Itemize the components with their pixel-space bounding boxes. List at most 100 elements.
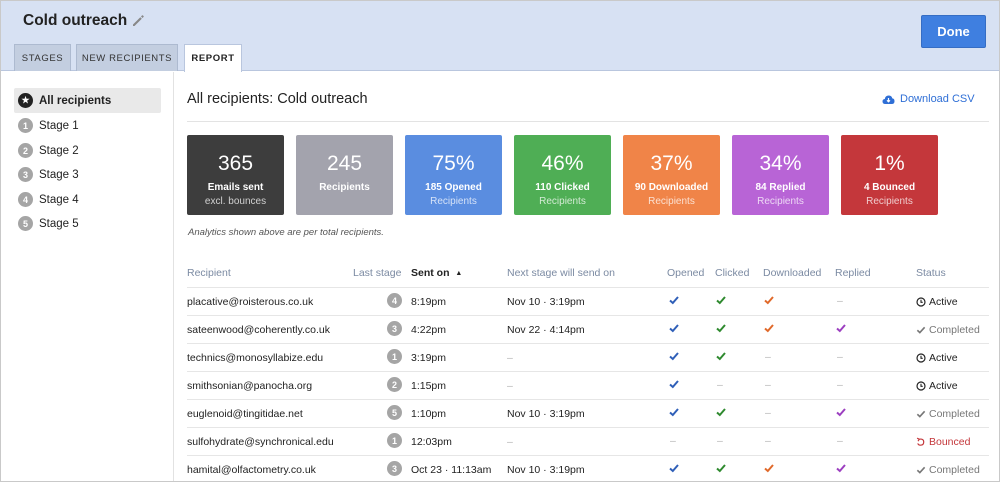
downloaded-empty: – bbox=[765, 379, 771, 391]
sidebar-item-stage-2[interactable]: 2 Stage 2 bbox=[14, 138, 161, 163]
status-badge: Completed bbox=[916, 464, 980, 476]
stage-number-badge: 2 bbox=[18, 143, 33, 158]
recipient-email: euglenoid@tingitidae.net bbox=[187, 408, 303, 420]
page-title: Cold outreach bbox=[23, 12, 128, 29]
stage-number-badge: 5 bbox=[18, 216, 33, 231]
clicked-check-icon bbox=[716, 352, 726, 361]
downloaded-check-icon bbox=[764, 296, 774, 305]
status-badge: Completed bbox=[916, 324, 980, 336]
table-row[interactable]: sateenwood@coherently.co.uk 3 4:22pm Nov 22… bbox=[187, 315, 989, 343]
bounce-icon bbox=[916, 437, 925, 446]
stat-card-value: 37% bbox=[650, 152, 693, 175]
status-label: Completed bbox=[929, 408, 980, 420]
opened-check-icon bbox=[669, 324, 679, 333]
column-header-recipient[interactable]: Recipient bbox=[187, 267, 231, 279]
done-button[interactable]: Done bbox=[921, 15, 986, 48]
table-row[interactable]: smithsonian@panocha.org 2 1:15pm – – – – Active bbox=[187, 371, 989, 399]
downloaded-empty: – bbox=[765, 351, 771, 363]
stat-card: 245 Recipients bbox=[296, 135, 393, 215]
stat-card-label: 4 Bounced bbox=[863, 182, 916, 193]
status-label: Bounced bbox=[929, 436, 971, 448]
stat-card: 37% 90 Downloaded Recipients bbox=[623, 135, 720, 215]
opened-check-icon bbox=[669, 380, 679, 389]
table-row[interactable]: sulfohydrate@synchronical.edu 1 12:03pm – – –… bbox=[187, 427, 989, 455]
sidebar-item-all-recipients[interactable]: ★ All recipients bbox=[14, 88, 161, 113]
next-send-time: – bbox=[507, 436, 513, 448]
stat-card-value: 365 bbox=[217, 152, 254, 175]
clicked-check-icon bbox=[716, 408, 726, 417]
clicked-check-icon bbox=[716, 296, 726, 305]
clock-icon bbox=[916, 381, 926, 391]
download-csv-label: Download CSV bbox=[900, 93, 975, 105]
recipient-email: sateenwood@coherently.co.uk bbox=[187, 324, 330, 336]
stat-card-sublabel: Recipients bbox=[648, 196, 695, 207]
replied-empty: – bbox=[837, 351, 843, 363]
stat-card: 75% 185 Opened Recipients bbox=[405, 135, 502, 215]
cloud-download-icon bbox=[882, 95, 895, 104]
column-header-status[interactable]: Status bbox=[916, 267, 946, 279]
sidebar-item-label: Stage 5 bbox=[39, 217, 79, 230]
column-header-next-stage[interactable]: Next stage will send on bbox=[507, 267, 615, 279]
sent-on-time: 3:19pm bbox=[411, 352, 447, 364]
replied-check-icon bbox=[836, 408, 846, 417]
next-send-time: Nov 10 · 3:19pm bbox=[507, 408, 585, 420]
column-header-opened[interactable]: Opened bbox=[667, 267, 704, 279]
stat-card-sublabel: Recipients bbox=[539, 196, 586, 207]
status-badge: Active bbox=[916, 296, 958, 308]
column-header-replied[interactable]: Replied bbox=[835, 267, 871, 279]
stat-card-label: Emails sent bbox=[207, 182, 264, 193]
stat-card-value: 1% bbox=[874, 152, 905, 175]
next-send-time: Nov 10 · 3:19pm bbox=[507, 296, 585, 308]
sidebar-item-stage-3[interactable]: 3 Stage 3 bbox=[14, 162, 161, 187]
sent-on-time: Oct 23 · 11:13am bbox=[411, 464, 492, 476]
sidebar: ★ All recipients 1 Stage 1 2 Stage 2 3 S… bbox=[1, 72, 174, 481]
tab-stages[interactable]: STAGES bbox=[14, 44, 71, 71]
sent-on-time: 1:15pm bbox=[411, 380, 447, 392]
sent-on-time: 4:22pm bbox=[411, 324, 447, 336]
sent-on-time: 8:19pm bbox=[411, 296, 447, 308]
last-stage-badge: 4 bbox=[387, 293, 402, 308]
last-stage-badge: 3 bbox=[387, 461, 402, 476]
column-header-sent-on[interactable]: Sent on ▲ bbox=[411, 267, 462, 279]
opened-check-icon bbox=[669, 352, 679, 361]
column-header-sent-on-label: Sent on bbox=[411, 267, 450, 279]
sidebar-item-label: All recipients bbox=[39, 94, 112, 107]
column-header-downloaded[interactable]: Downloaded bbox=[763, 267, 821, 279]
opened-check-icon bbox=[669, 464, 679, 473]
analytics-note: Analytics shown above are per total reci… bbox=[188, 227, 384, 238]
stat-card-sublabel: Recipients bbox=[430, 196, 477, 207]
tab-report[interactable]: REPORT bbox=[184, 44, 242, 72]
table-row[interactable]: placative@roisterous.co.uk 4 8:19pm Nov 10 … bbox=[187, 287, 989, 315]
last-stage-badge: 5 bbox=[387, 405, 402, 420]
sidebar-item-stage-1[interactable]: 1 Stage 1 bbox=[14, 113, 161, 138]
table-row[interactable]: technics@monosyllabize.edu 1 3:19pm – – – Acti… bbox=[187, 343, 989, 371]
sidebar-item-stage-5[interactable]: 5 Stage 5 bbox=[14, 211, 161, 236]
status-badge: Active bbox=[916, 380, 958, 392]
column-header-last-stage[interactable]: Last stage bbox=[353, 267, 401, 279]
table-row[interactable]: euglenoid@tingitidae.net 5 1:10pm Nov 10 · … bbox=[187, 399, 989, 427]
clock-icon bbox=[916, 353, 926, 363]
status-badge: Active bbox=[916, 352, 958, 364]
table-row[interactable]: hamital@olfactometry.co.uk 3 Oct 23 · 11:1… bbox=[187, 455, 989, 481]
clicked-check-icon bbox=[716, 464, 726, 473]
pencil-icon[interactable] bbox=[130, 13, 146, 29]
clicked-empty: – bbox=[717, 379, 723, 391]
recipient-email: sulfohydrate@synchronical.edu bbox=[187, 436, 334, 448]
sidebar-item-stage-4[interactable]: 4 Stage 4 bbox=[14, 187, 161, 212]
download-csv-link[interactable]: Download CSV bbox=[882, 93, 975, 105]
recipient-email: placative@roisterous.co.uk bbox=[187, 296, 314, 308]
stage-number-badge: 1 bbox=[18, 118, 33, 133]
stat-card-value: 75% bbox=[432, 152, 475, 175]
stat-card: 365 Emails sent excl. bounces bbox=[187, 135, 284, 215]
next-send-time: – bbox=[507, 380, 513, 392]
stat-card-label: 185 Opened bbox=[425, 182, 482, 193]
recipient-email: technics@monosyllabize.edu bbox=[187, 352, 324, 364]
column-header-clicked[interactable]: Clicked bbox=[715, 267, 749, 279]
downloaded-check-icon bbox=[764, 464, 774, 473]
stat-card-label: 90 Downloaded bbox=[634, 182, 709, 193]
sidebar-item-label: Stage 4 bbox=[39, 193, 79, 206]
stat-card-label: Recipients bbox=[319, 182, 370, 193]
tab-new-recipients[interactable]: NEW RECIPIENTS bbox=[76, 44, 178, 71]
stage-number-badge: 3 bbox=[18, 167, 33, 182]
stat-card: 1% 4 Bounced Recipients bbox=[841, 135, 938, 215]
